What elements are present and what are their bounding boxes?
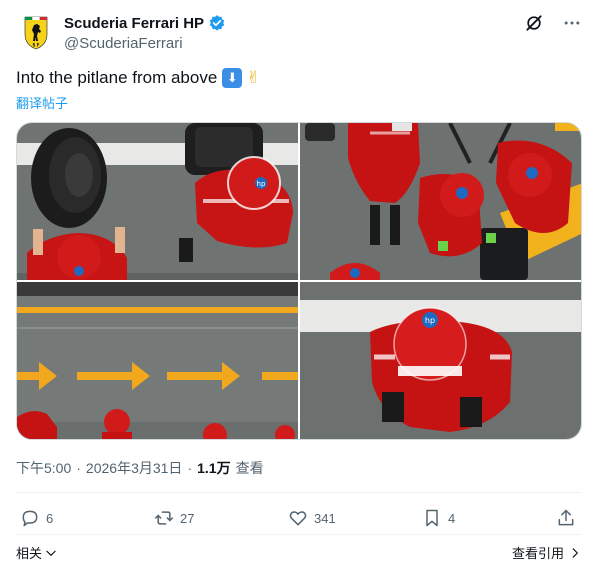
meta-separator-2: · xyxy=(187,460,193,476)
share-icon xyxy=(558,509,574,526)
svg-text:hp: hp xyxy=(425,316,435,325)
grok-icon[interactable] xyxy=(524,13,544,33)
quotes-label: 查看引用 xyxy=(511,546,564,561)
related-toggle[interactable]: 相关 xyxy=(16,543,58,562)
tweet-header: S F Scuderia Ferrari HP @ScuderiaFerrari xyxy=(16,12,582,56)
heart-icon xyxy=(289,511,307,526)
reply-button[interactable]: 6 xyxy=(20,508,53,528)
bookmark-count: 4 xyxy=(448,510,456,526)
more-icon[interactable] xyxy=(562,13,582,33)
media-photo-3[interactable] xyxy=(17,282,298,439)
verified-badge-icon xyxy=(208,14,226,32)
bookmark-button[interactable]: 4 xyxy=(422,508,455,528)
pitlane-arrows-photo xyxy=(17,282,298,439)
like-count: 341 xyxy=(314,510,336,526)
retweet-count: 27 xyxy=(180,510,195,526)
media-photo-2[interactable] xyxy=(300,123,581,280)
meta-separator: · xyxy=(76,460,81,476)
prancing-horse-shield-icon: S F xyxy=(24,16,48,50)
tweet-text: Into the pitlane from above ⬇ ✌ xyxy=(16,66,261,90)
tweet-date[interactable]: 2026年3月31日 xyxy=(86,458,183,478)
views-count: 1.1万 xyxy=(197,460,231,476)
svg-text:hp: hp xyxy=(257,180,266,188)
retweet-icon xyxy=(154,511,174,525)
action-bar: 6 27 341 4 xyxy=(16,508,582,532)
chevron-down-icon xyxy=(46,550,56,556)
handle[interactable]: @ScuderiaFerrari xyxy=(64,35,226,52)
tweet-meta: 下午5:00 · 2026年3月31日 · 1.1万 查看 xyxy=(16,458,264,478)
media-photo-1[interactable]: hp xyxy=(17,123,298,280)
media-grid: hp hp xyxy=(16,122,582,440)
reply-count: 6 xyxy=(46,510,54,526)
pit-crew-tyre-photo: hp xyxy=(17,123,298,280)
down-arrow-emoji: ⬇ xyxy=(222,68,243,88)
tweet-time[interactable]: 下午5:00 xyxy=(16,458,71,478)
views-label: 查看 xyxy=(235,460,264,476)
related-label: 相关 xyxy=(16,546,43,561)
media-photo-4[interactable]: hp xyxy=(300,282,581,439)
view-quotes-link[interactable]: 查看引用 xyxy=(512,543,582,562)
bookmark-icon xyxy=(426,509,438,527)
retweet-button[interactable]: 27 xyxy=(154,508,194,528)
divider-bottom xyxy=(16,534,582,535)
author-block: Scuderia Ferrari HP @ScuderiaFerrari xyxy=(64,13,226,52)
mechanic-helmet-photo: hp xyxy=(300,282,581,439)
display-name[interactable]: Scuderia Ferrari HP xyxy=(64,15,204,32)
avatar[interactable]: S F xyxy=(16,12,56,52)
victory-hand-emoji: ✌ xyxy=(246,68,261,87)
like-button[interactable]: 341 xyxy=(288,508,336,528)
reply-icon xyxy=(22,510,38,527)
svg-text:S F: S F xyxy=(32,43,39,48)
tweet-body: Into the pitlane from above xyxy=(16,68,218,87)
pit-crew-group-photo xyxy=(300,123,581,280)
divider-top xyxy=(16,492,582,493)
share-button[interactable] xyxy=(556,508,576,528)
chevron-right-icon xyxy=(572,547,578,558)
translate-link[interactable]: 翻译帖子 xyxy=(16,93,68,112)
